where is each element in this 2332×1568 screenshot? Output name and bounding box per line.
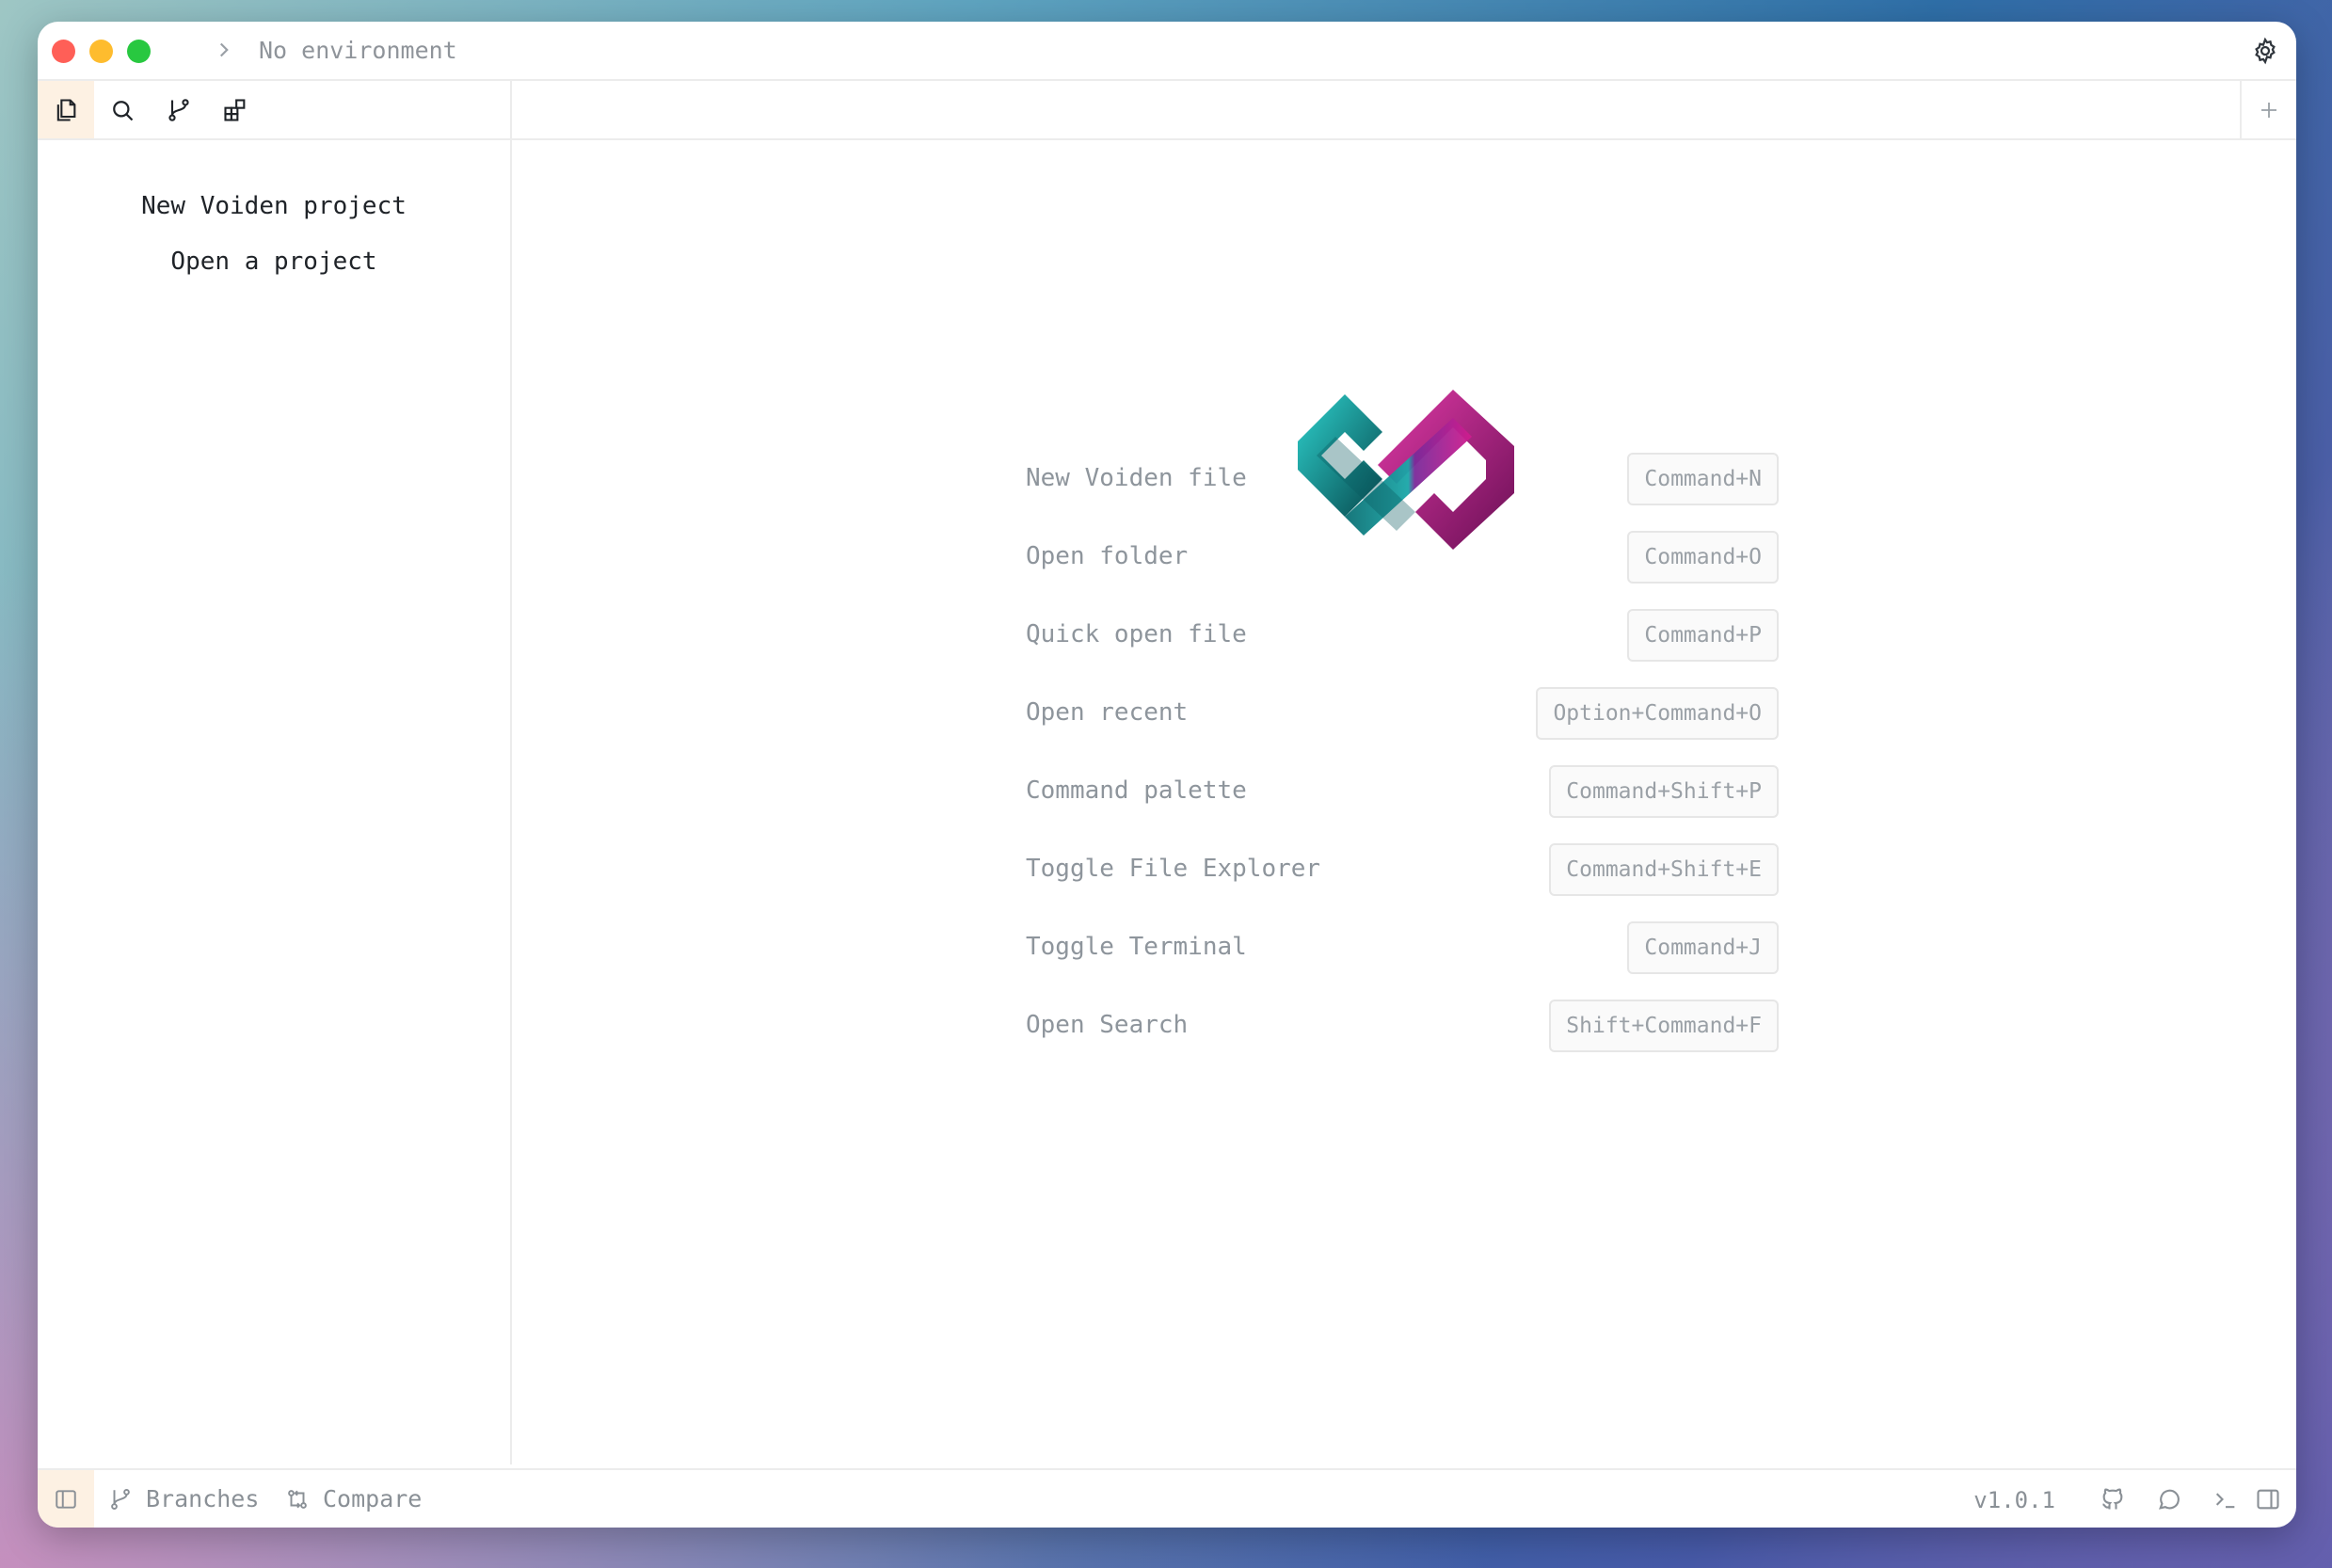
keybinding-badge: Command+P: [1627, 609, 1779, 662]
compare-label: Compare: [323, 1485, 423, 1512]
chevron-right-icon[interactable]: [212, 38, 236, 62]
files-icon: [56, 98, 76, 121]
plus-icon: [2261, 102, 2276, 118]
extensions-tab[interactable]: [207, 81, 264, 138]
shortcut-label[interactable]: Open Search: [1026, 1011, 1188, 1039]
editor-area: New Voiden file Command+N Open folder Co…: [512, 81, 2296, 1464]
shortcut-label[interactable]: Open recent: [1026, 698, 1188, 727]
branches-button[interactable]: Branches: [108, 1470, 259, 1528]
keybinding-badge: Command+J: [1627, 921, 1779, 974]
shortcut-toggle-explorer: Toggle File Explorer Command+Shift+E: [1026, 843, 1779, 900]
branches-label: Branches: [146, 1485, 260, 1512]
keybinding-badge: Command+Shift+E: [1549, 843, 1779, 896]
sidebar-toolbar: [38, 81, 510, 140]
shortcut-label[interactable]: New Voiden file: [1026, 464, 1247, 492]
keybinding-badge: Command+N: [1627, 453, 1779, 505]
keybinding-badge: Option+Command+O: [1536, 687, 1779, 740]
source-control-tab[interactable]: [151, 81, 207, 138]
git-compare-icon: [288, 1489, 307, 1509]
minimize-window-button[interactable]: [89, 40, 113, 63]
title-bar: No environment: [38, 22, 2296, 81]
search-tab[interactable]: [94, 81, 151, 138]
github-icon[interactable]: [2100, 1486, 2126, 1512]
version-label: v1.0.1: [1973, 1487, 2055, 1513]
chat-icon[interactable]: [2156, 1486, 2182, 1512]
search-icon: [113, 100, 134, 120]
shortcut-label[interactable]: Command palette: [1026, 776, 1247, 805]
app-window: No environment New Voiden project Open a…: [38, 22, 2296, 1528]
explorer-tab[interactable]: [38, 81, 94, 138]
shortcut-command-palette: Command palette Command+Shift+P: [1026, 765, 1779, 822]
sidebar: New Voiden project Open a project: [38, 81, 512, 1464]
shortcut-new-file: New Voiden file Command+N: [1026, 453, 1779, 509]
maximize-window-button[interactable]: [127, 40, 151, 63]
shortcut-open-recent: Open recent Option+Command+O: [1026, 687, 1779, 744]
tab-bar: [512, 81, 2296, 140]
terminal-icon[interactable]: [2212, 1486, 2239, 1512]
new-project-link[interactable]: New Voiden project: [38, 192, 510, 220]
sidebar-toggle-icon: [56, 1489, 76, 1509]
shortcut-label[interactable]: Toggle File Explorer: [1026, 855, 1320, 883]
new-tab-button[interactable]: [2240, 81, 2296, 138]
gear-icon[interactable]: [2251, 37, 2279, 65]
git-branch-icon: [168, 98, 189, 121]
shortcut-quick-open: Quick open file Command+P: [1026, 609, 1779, 665]
close-window-button[interactable]: [52, 40, 75, 63]
status-bar: Branches Compare v1.0.1: [38, 1468, 2296, 1528]
keybinding-badge: Shift+Command+F: [1549, 1000, 1779, 1052]
shortcut-toggle-terminal: Toggle Terminal Command+J: [1026, 921, 1779, 978]
panel-right-icon[interactable]: [2255, 1486, 2281, 1512]
open-project-link[interactable]: Open a project: [38, 248, 510, 276]
keybinding-badge: Command+Shift+P: [1549, 765, 1779, 818]
shortcut-open-folder: Open folder Command+O: [1026, 531, 1779, 587]
compare-button[interactable]: Compare: [285, 1470, 422, 1528]
git-branch-icon: [111, 1488, 130, 1510]
shortcut-label[interactable]: Open folder: [1026, 542, 1188, 570]
shortcut-label[interactable]: Toggle Terminal: [1026, 933, 1247, 961]
shortcut-label[interactable]: Quick open file: [1026, 620, 1247, 648]
keybinding-badge: Command+O: [1627, 531, 1779, 584]
extensions-icon: [224, 98, 246, 121]
toggle-sidebar-button[interactable]: [38, 1470, 94, 1528]
shortcut-open-search: Open Search Shift+Command+F: [1026, 1000, 1779, 1056]
environment-selector[interactable]: No environment: [259, 37, 457, 64]
